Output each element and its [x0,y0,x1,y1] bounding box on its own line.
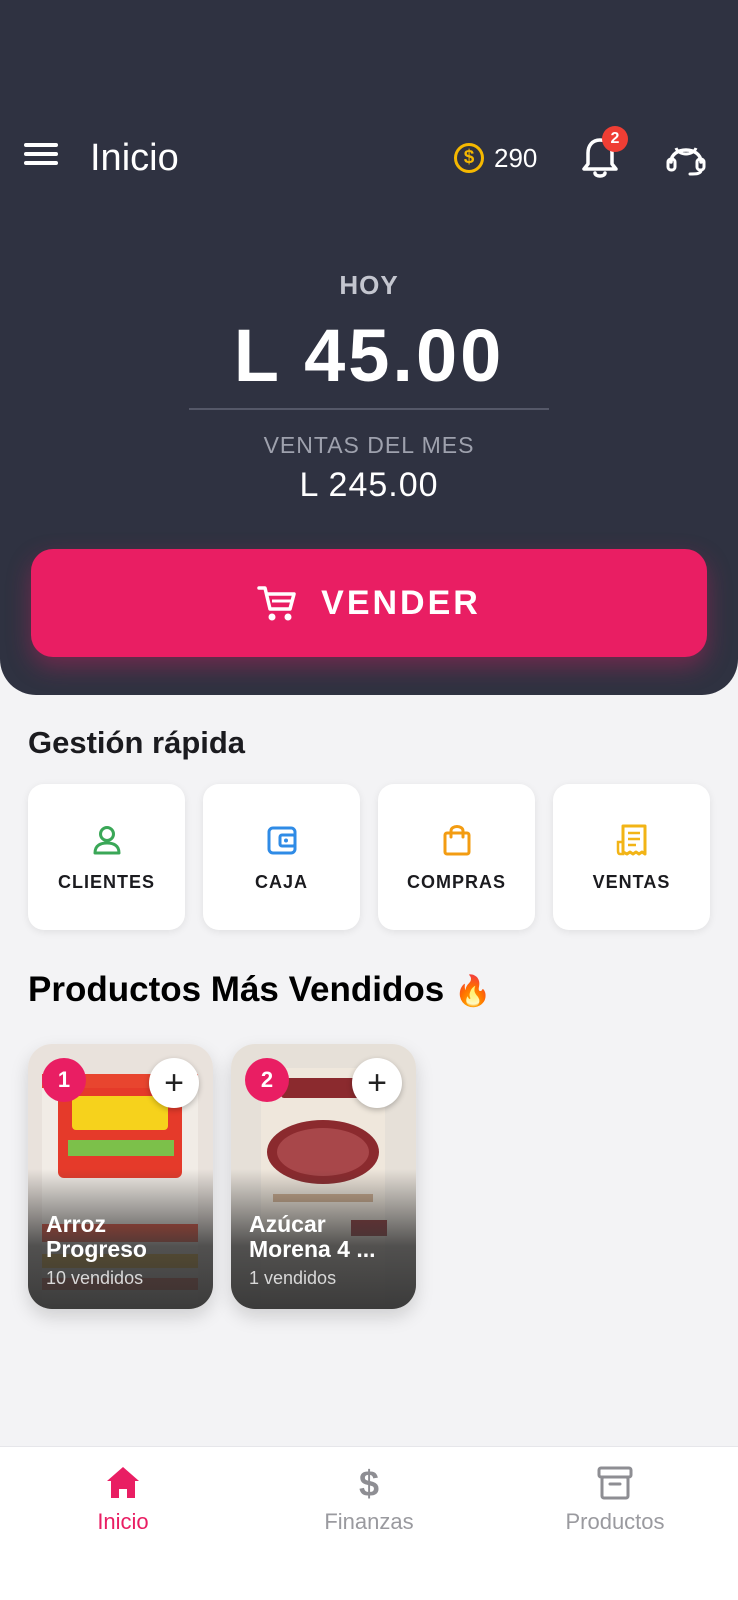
user-icon [93,825,120,854]
quick-label: CAJA [254,871,308,892]
quick-compras-button[interactable]: COMPRAS [378,784,535,930]
quick-actions: CLIENTES CAJA COMPRAS VENTAS [28,784,710,930]
product-sold-count: 1 vendidos [249,1268,337,1288]
nav-label: Productos [565,1509,665,1534]
divider [189,408,549,410]
menu-button[interactable] [22,138,62,174]
top-bar: Inicio $ 290 2 [0,120,738,196]
dollar-icon: $ [359,1463,379,1503]
rank-badge: 2 [245,1058,289,1102]
coins-balance[interactable]: $ 290 [454,140,537,176]
add-product-button[interactable]: + [352,1058,402,1108]
svg-text:$: $ [359,1463,379,1503]
nav-item-inicio[interactable]: Inicio [0,1447,246,1600]
nav-label: Inicio [97,1509,149,1534]
notification-badge: 2 [602,126,628,152]
add-product-button[interactable]: + [149,1058,199,1108]
quick-caja-button[interactable]: CAJA [203,784,360,930]
quick-label: VENTAS [592,871,671,892]
product-card[interactable]: 1 + Arroz Progreso 10 vendidos [28,1044,213,1309]
shopping-bag-icon [443,824,470,855]
page-title: Inicio [90,137,179,179]
quick-clientes-button[interactable]: CLIENTES [28,784,185,930]
receipt-icon [616,824,646,855]
today-amount: L 45.00 [233,314,505,397]
home-icon [107,1467,139,1498]
sell-button-label: VENDER [321,583,481,622]
coin-icon: $ [454,143,484,173]
bottom-nav: Inicio $ Finanzas Productos [0,1446,738,1600]
nav-label: Finanzas [324,1509,414,1534]
headset-icon[interactable] [664,134,708,182]
product-name: Azúcar Morena 4 ... [249,1212,376,1262]
top-products-title-text: Productos Más Vendidos [28,970,445,1009]
product-name: Arroz Progreso [46,1212,147,1262]
nav-item-finanzas[interactable]: $ Finanzas [246,1447,492,1600]
quick-actions-title: Gestión rápida [28,725,246,760]
quick-label: CLIENTES [57,871,155,892]
nav-item-productos[interactable]: Productos [492,1447,738,1600]
archive-box-icon [597,1466,633,1500]
month-sales-label: VENTAS DEL MES [263,432,475,458]
wallet-icon [267,826,296,854]
top-products-title: Productos Más Vendidos 🔥 [28,970,491,1010]
quick-label: COMPRAS [406,871,506,892]
quick-ventas-button[interactable]: VENTAS [553,784,710,930]
month-sales-amount: L 245.00 [299,466,439,504]
sell-button[interactable]: VENDER [31,549,707,657]
rank-badge: 1 [42,1058,86,1102]
hamburger-icon [24,143,58,147]
coins-value: 290 [494,142,538,173]
product-sold-count: 10 vendidos [46,1268,144,1288]
fire-icon: 🔥 [453,975,492,1008]
cart-icon [257,586,296,621]
today-label: HOY [339,270,399,300]
product-card[interactable]: 2 + Azúcar Morena 4 ... 1 vendidos [231,1044,416,1309]
